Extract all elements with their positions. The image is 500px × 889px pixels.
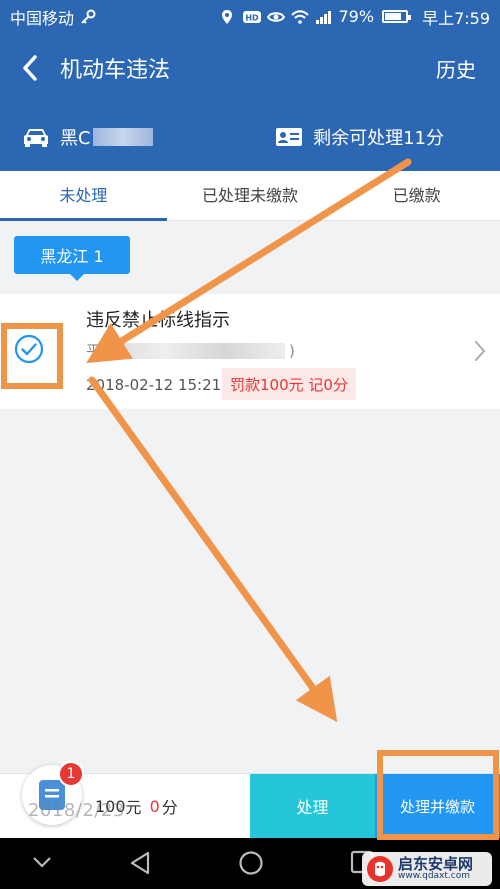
annotation-arrow-to-pay-button [88, 376, 338, 723]
page-title: 机动车违法 [60, 58, 171, 83]
location-icon [219, 9, 235, 25]
back-button[interactable] [0, 33, 60, 103]
violation-title: 违反禁止标线指示 [86, 310, 230, 331]
license-card-icon [276, 128, 303, 146]
violation-location: 平 ) [86, 340, 295, 361]
selection-count-badge: 1 [58, 761, 84, 787]
status-bar: 中国移动 HD 79% 早上7:59 [0, 0, 500, 33]
tab-unprocessed[interactable]: 未处理 [0, 171, 167, 221]
history-button[interactable]: 历史 [436, 54, 476, 83]
back-triangle-icon[interactable] [128, 850, 152, 880]
app-header: 机动车违法 历史 [0, 33, 500, 103]
points-unit: 分 [161, 798, 178, 817]
home-circle-icon[interactable] [238, 850, 264, 880]
site-logo-watermark: 启东安卓网 www.qdaxt.com [362, 852, 492, 886]
plate-info: 黑C [22, 124, 153, 150]
violation-time: 2018-02-12 15:21 [86, 376, 222, 394]
location-prefix: 平 [86, 342, 102, 360]
region-tag: 黑龙江 1 [14, 236, 130, 281]
wifi-icon [290, 9, 309, 25]
location-suffix: ) [289, 341, 295, 360]
tab-paid[interactable]: 已缴款 [333, 171, 500, 220]
battery-percent: 79% [338, 7, 375, 26]
amount-unit: 元 [125, 798, 142, 817]
violation-checkbox[interactable] [14, 334, 44, 368]
process-and-pay-button[interactable]: 处理并缴款 [375, 774, 500, 838]
checkmark-circle-icon [14, 334, 44, 364]
violation-item[interactable]: 违反禁止标线指示 平 ) 2018-02-12 15:21 罚款100元 记0分 [0, 294, 500, 409]
hd-icon: HD [242, 9, 261, 25]
tab-processed-unpaid[interactable]: 已处理未缴款 [167, 171, 334, 220]
key-icon [80, 9, 96, 25]
points-info: 剩余可处理11分 [275, 124, 444, 150]
site-logo-text: 启东安卓网 [398, 854, 474, 873]
penalty-badge: 罚款100元 记0分 [222, 368, 356, 400]
vehicle-info-bar: 黑C 剩余可处理11分 [0, 103, 500, 171]
car-icon [24, 129, 48, 147]
plate-mask [92, 128, 153, 146]
chevron-right-icon [474, 340, 486, 366]
chevron-left-icon [23, 55, 37, 81]
eye-icon [266, 9, 285, 25]
location-mask [105, 342, 286, 359]
signal-icon [315, 9, 331, 25]
date-watermark: 2018/2/23 [28, 800, 125, 821]
plate-prefix: 黑C [60, 128, 91, 149]
chevron-down-icon[interactable] [32, 854, 52, 873]
points-value: 0 [149, 796, 160, 816]
site-logo-url: www.qdaxt.com [398, 871, 470, 882]
site-logo-icon [367, 856, 393, 882]
status-tabs: 未处理 已处理未缴款 已缴款 [0, 171, 500, 221]
svg-text:HD: HD [245, 13, 259, 22]
clock: 早上7:59 [422, 8, 490, 28]
battery-icon [382, 10, 412, 23]
carrier-label: 中国移动 [10, 8, 75, 28]
process-button[interactable]: 处理 [250, 774, 375, 838]
points-remaining: 剩余可处理11分 [313, 128, 444, 149]
